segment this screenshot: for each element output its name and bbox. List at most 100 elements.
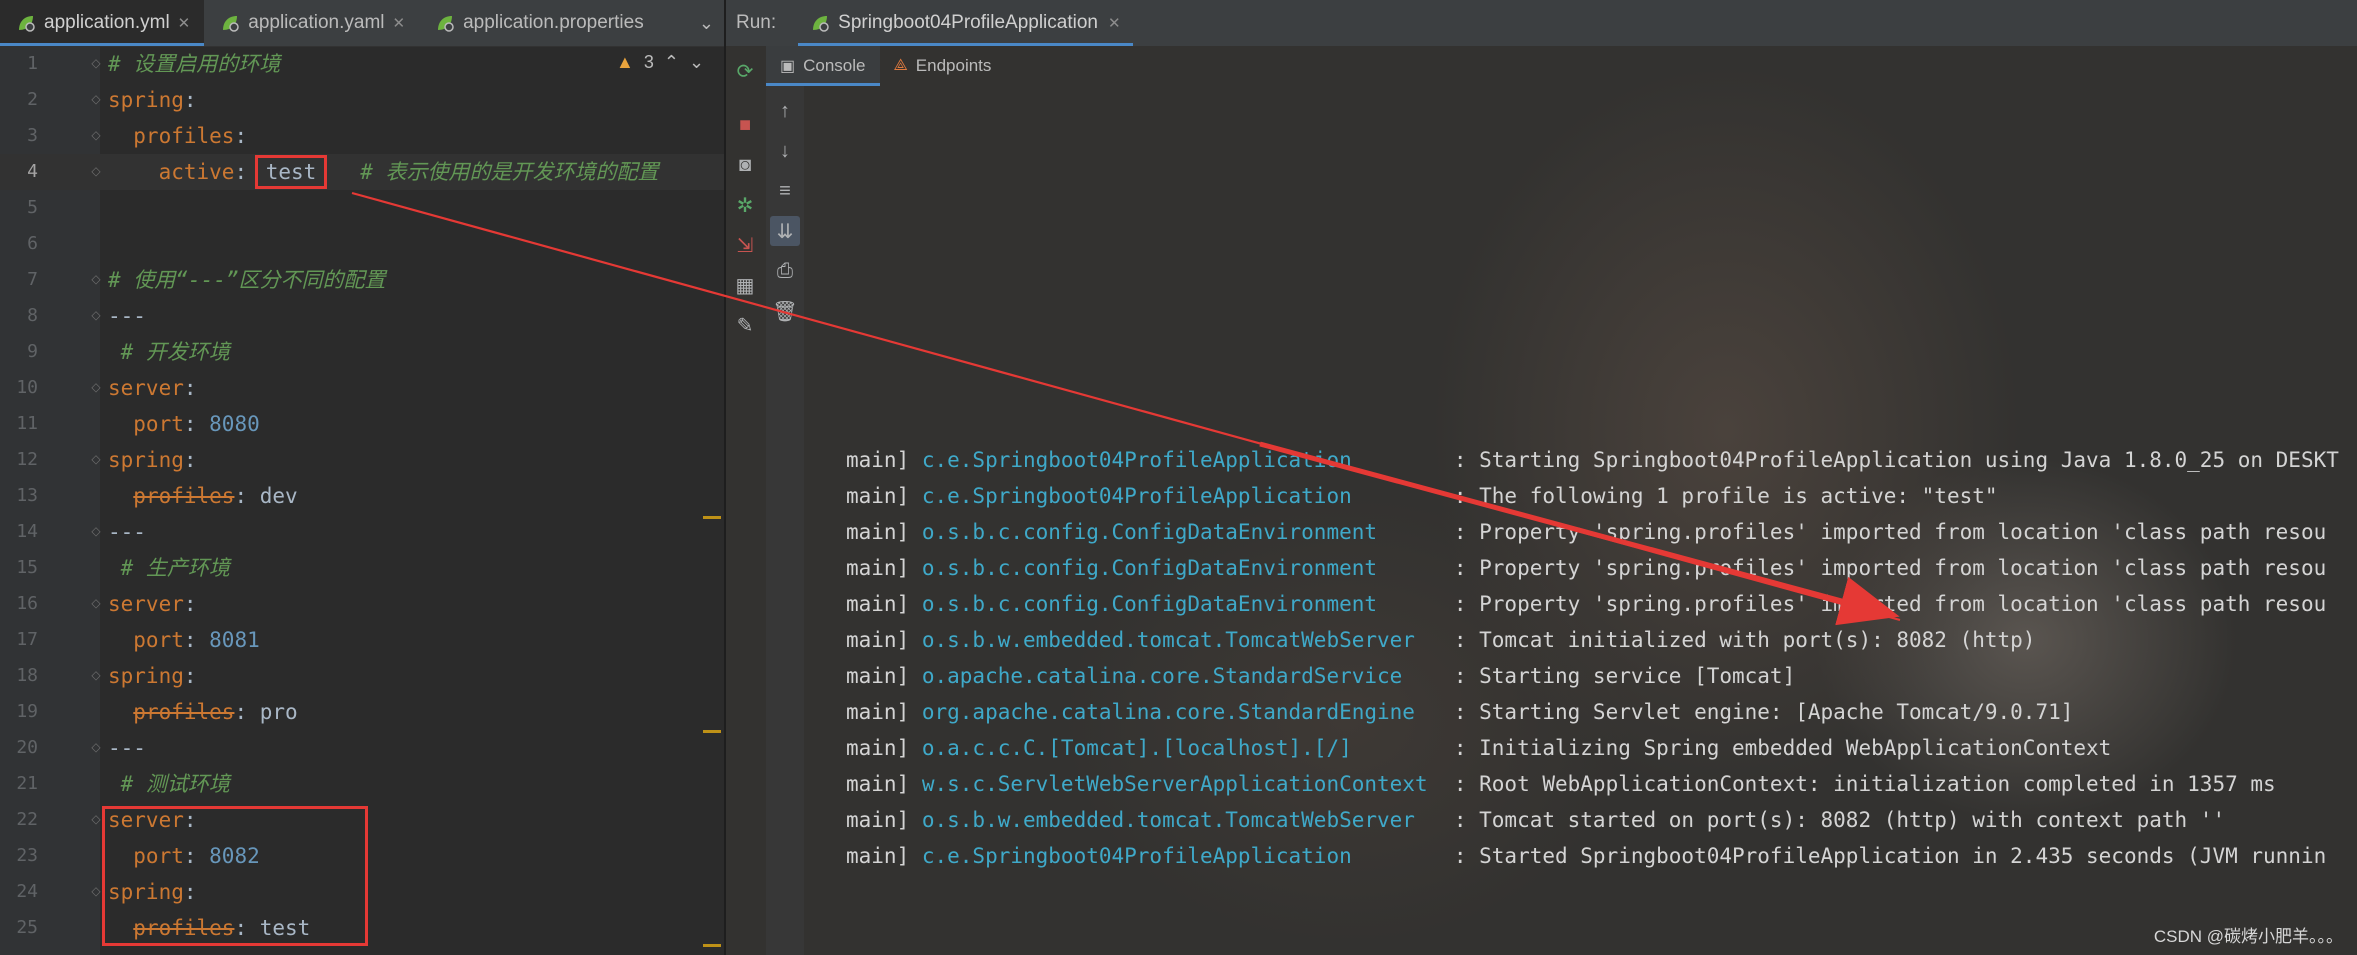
log-logger[interactable]: c.e.Springboot04ProfileApplication: [922, 442, 1454, 478]
log-line: main] c.e.Springboot04ProfileApplication…: [846, 838, 2339, 874]
tab-application-yaml[interactable]: application.yaml ✕: [204, 0, 419, 46]
log-logger[interactable]: o.s.b.c.config.ConfigDataEnvironment: [922, 514, 1454, 550]
log-logger[interactable]: w.s.c.ServletWebServerApplicationContext: [922, 766, 1454, 802]
code-token: port: [108, 628, 184, 652]
code-line[interactable]: 9 # 开发环境: [0, 334, 724, 370]
code-line[interactable]: 14 ◇ ---: [0, 514, 724, 550]
spring-leaf-icon: [435, 13, 455, 33]
tab-endpoints[interactable]: ⟁ Endpoints: [880, 46, 1006, 86]
run-config-tab[interactable]: Springboot04ProfileApplication ✕: [798, 0, 1133, 46]
code-token: :: [183, 88, 197, 112]
exit-icon[interactable]: ⇲: [730, 230, 760, 260]
fold-icon[interactable]: ◇: [89, 812, 103, 826]
fold-icon[interactable]: ◇: [89, 56, 103, 70]
log-thread: main]: [846, 484, 922, 508]
code-token: :: [234, 160, 260, 184]
debug-icon[interactable]: ✲: [730, 190, 760, 220]
print-icon[interactable]: ⎙: [770, 256, 800, 286]
annotation-box: [102, 806, 368, 946]
code-line[interactable]: 19 profiles: pro: [0, 694, 724, 730]
log-logger[interactable]: org.apache.catalina.core.StandardEngine: [922, 694, 1454, 730]
code-text: server:: [108, 586, 197, 622]
tab-application-yml[interactable]: application.yml ✕: [0, 0, 205, 46]
editor-tab-bar: application.yml ✕ application.yaml ✕ app…: [0, 0, 724, 47]
line-number: 18: [16, 665, 38, 686]
tab-console-label: Console: [803, 56, 866, 75]
code-text: profiles:: [108, 118, 247, 154]
line-number: 20: [16, 737, 38, 758]
code-token: server: [108, 376, 184, 400]
code-line[interactable]: 5: [0, 190, 724, 226]
close-icon[interactable]: ✕: [1108, 14, 1121, 32]
layout-icon[interactable]: ▦: [730, 270, 760, 300]
scroll-to-end-icon[interactable]: ⇊: [770, 216, 800, 246]
fold-icon[interactable]: ◇: [89, 668, 103, 682]
log-logger[interactable]: o.a.c.c.C.[Tomcat].[localhost].[/]: [922, 730, 1454, 766]
fold-icon[interactable]: ◇: [89, 164, 103, 178]
code-line[interactable]: 6: [0, 226, 724, 262]
run-panel: Run: Springboot04ProfileApplication ✕ ⟳ …: [726, 0, 2357, 955]
code-line[interactable]: 16 ◇ server:: [0, 586, 724, 622]
code-line[interactable]: 21 # 测试环境: [0, 766, 724, 802]
fold-icon[interactable]: ◇: [89, 524, 103, 538]
code-text: # 测试环境: [108, 766, 230, 802]
fold-icon[interactable]: ◇: [89, 92, 103, 106]
run-toolbar-right: ↑ ↓ ≡ ⇊ ⎙ 🗑: [766, 86, 804, 955]
fold-icon[interactable]: ◇: [89, 740, 103, 754]
log-logger[interactable]: o.s.b.w.embedded.tomcat.TomcatWebServer: [922, 802, 1454, 838]
code-token: profiles: [133, 484, 235, 508]
fold-icon[interactable]: ◇: [89, 308, 103, 322]
camera-icon[interactable]: ◙: [730, 150, 760, 180]
log-logger[interactable]: o.s.b.c.config.ConfigDataEnvironment: [922, 586, 1454, 622]
fold-icon[interactable]: ◇: [89, 596, 103, 610]
code-line[interactable]: 18 ◇ spring:: [0, 658, 724, 694]
fold-icon[interactable]: ◇: [89, 128, 103, 142]
log-logger[interactable]: o.s.b.w.embedded.tomcat.TomcatWebServer: [922, 622, 1454, 658]
code-text: spring:: [108, 442, 197, 478]
log-logger[interactable]: c.e.Springboot04ProfileApplication: [922, 838, 1454, 874]
code-line[interactable]: 10 ◇ server:: [0, 370, 724, 406]
close-icon[interactable]: ✕: [178, 14, 191, 32]
line-number: 23: [16, 845, 38, 866]
code-line[interactable]: 4 ◇ active: test # 表示使用的是开发环境的配置: [0, 154, 724, 190]
fold-icon[interactable]: ◇: [89, 884, 103, 898]
code-line[interactable]: 20 ◇ ---: [0, 730, 724, 766]
chevron-up-icon[interactable]: ⌃: [664, 52, 679, 73]
log-logger[interactable]: c.e.Springboot04ProfileApplication: [922, 478, 1454, 514]
log-logger[interactable]: o.apache.catalina.core.StandardService: [922, 658, 1454, 694]
fold-icon[interactable]: ◇: [89, 452, 103, 466]
soft-wrap-icon[interactable]: ≡: [770, 176, 800, 206]
code-line[interactable]: 17 port: 8081: [0, 622, 724, 658]
scroll-marker[interactable]: [703, 944, 721, 947]
line-number: 17: [16, 629, 38, 650]
code-line[interactable]: 13 profiles: dev: [0, 478, 724, 514]
console-output[interactable]: main] c.e.Springboot04ProfileApplication…: [846, 442, 2339, 874]
tab-application-properties[interactable]: application.properties: [419, 0, 658, 46]
scroll-marker[interactable]: [703, 516, 721, 519]
code-line[interactable]: 15 # 生产环境: [0, 550, 724, 586]
code-line[interactable]: 8 ◇ ---: [0, 298, 724, 334]
chevron-down-icon[interactable]: ⌄: [699, 0, 714, 46]
stop-icon[interactable]: ■: [730, 110, 760, 140]
scroll-marker[interactable]: [703, 730, 721, 733]
log-thread: main]: [846, 808, 922, 832]
trash-icon[interactable]: 🗑: [770, 296, 800, 326]
code-line[interactable]: 12 ◇ spring:: [0, 442, 724, 478]
code-line[interactable]: 11 port: 8080: [0, 406, 724, 442]
chevron-down-icon[interactable]: ⌄: [689, 52, 704, 73]
close-icon[interactable]: ✕: [393, 14, 406, 32]
fold-icon[interactable]: ◇: [89, 272, 103, 286]
log-logger[interactable]: o.s.b.c.config.ConfigDataEnvironment: [922, 550, 1454, 586]
code-line[interactable]: 2 ◇ spring:: [0, 82, 724, 118]
code-line[interactable]: 3 ◇ profiles:: [0, 118, 724, 154]
inspection-widget[interactable]: ▲ 3 ⌃ ⌄: [616, 52, 704, 73]
down-arrow-icon[interactable]: ↓: [770, 136, 800, 166]
pin-icon[interactable]: ✎: [730, 310, 760, 340]
code-token: test: [254, 155, 328, 189]
tab-console[interactable]: ▣ Console: [766, 46, 880, 86]
code-line[interactable]: 7 ◇ # 使用“---”区分不同的配置: [0, 262, 724, 298]
up-arrow-icon[interactable]: ↑: [770, 96, 800, 126]
log-line: main] o.a.c.c.C.[Tomcat].[localhost].[/]…: [846, 730, 2339, 766]
fold-icon[interactable]: ◇: [89, 380, 103, 394]
code-text: active: test # 表示使用的是开发环境的配置: [108, 154, 659, 190]
